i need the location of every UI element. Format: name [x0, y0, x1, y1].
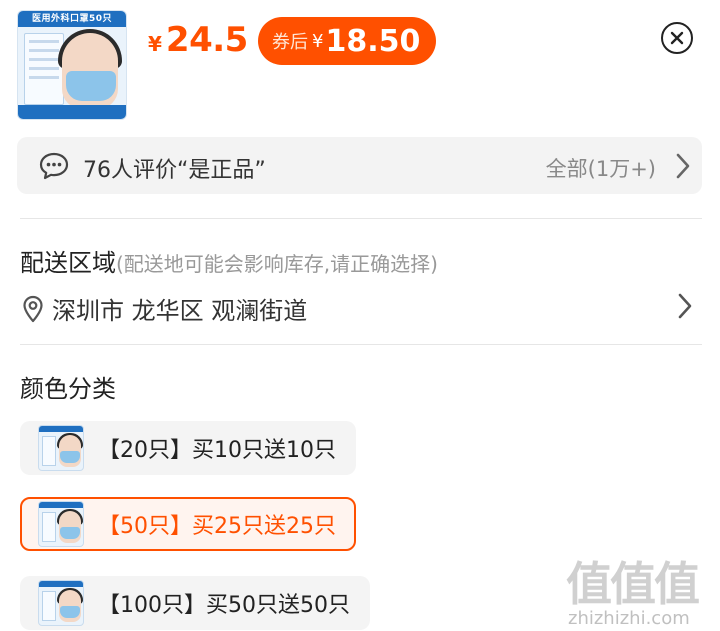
variant-label: 【20只】买10只送10只: [98, 438, 336, 463]
variant-option-20[interactable]: 【20只】买10只送10只: [20, 421, 356, 475]
mask-package-graphic: [24, 33, 64, 105]
delivery-address-row[interactable]: 深圳市 龙华区 观澜街道: [22, 291, 307, 326]
chevron-right-icon: [676, 153, 690, 179]
section-divider: [20, 218, 702, 219]
section-divider: [20, 344, 702, 345]
coupon-price-badge: 券后 ¥ 18.50: [258, 17, 437, 65]
product-thumbnail[interactable]: 医用外科口罩50只: [17, 10, 127, 120]
coupon-price-value: 18.50: [325, 23, 421, 59]
all-reviews-link[interactable]: 全部(1万+): [546, 153, 656, 183]
price-currency: ¥: [148, 32, 162, 56]
chat-bubble-icon: [39, 152, 69, 180]
variant-label: 【100只】买50只送50只: [98, 593, 350, 618]
variant-option-50[interactable]: 【50只】买25只送25只: [20, 497, 356, 551]
delivery-title: 配送区域: [20, 249, 116, 277]
site-watermark: 值值值 zhizhizhi.com: [566, 548, 716, 629]
close-button[interactable]: [661, 22, 693, 54]
variant-thumbnail: [38, 425, 84, 471]
coupon-currency: ¥: [312, 30, 324, 52]
watermark-logo: 值值值: [566, 557, 700, 611]
review-summary-bar[interactable]: 76人评价“是正品” 全部(1万+): [17, 137, 702, 194]
product-price: ¥ 24.5: [148, 20, 248, 60]
variant-thumbnail: [38, 580, 84, 626]
review-summary-text: 76人评价“是正品”: [83, 158, 266, 183]
location-pin-icon: [23, 295, 43, 322]
delivery-address: 深圳市 龙华区 观澜街道: [52, 297, 308, 325]
price-value: 24.5: [165, 20, 248, 60]
color-section-title: 颜色分类: [20, 375, 116, 403]
surgical-mask-graphic: [66, 71, 116, 101]
coupon-label: 券后: [272, 32, 308, 53]
delivery-hint: (配送地可能会影响库存,请正确选择): [116, 252, 438, 276]
variant-label: 【50只】买25只送25只: [98, 514, 336, 539]
variant-option-100[interactable]: 【100只】买50只送50只: [20, 576, 370, 630]
variant-thumbnail: [38, 501, 84, 547]
delivery-section-title: 配送区域(配送地可能会影响库存,请正确选择): [20, 243, 438, 278]
product-image-caption: 医用外科口罩50只: [18, 11, 126, 27]
close-circle-icon: [670, 31, 684, 45]
chevron-right-icon[interactable]: [676, 291, 694, 321]
